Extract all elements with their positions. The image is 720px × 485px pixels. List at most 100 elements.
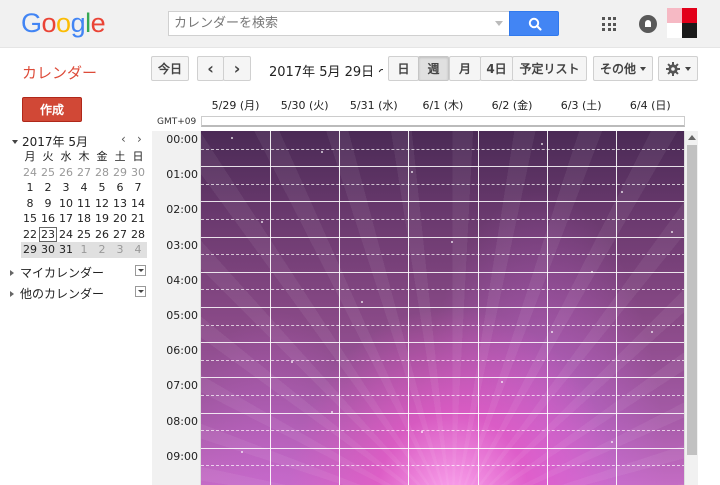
mini-day[interactable]: 14	[129, 196, 147, 212]
mini-day[interactable]: 5	[93, 180, 111, 196]
mini-day[interactable]: 1	[21, 180, 39, 196]
mini-calendar-title[interactable]: 2017年 5月	[12, 133, 88, 150]
mini-day[interactable]: 9	[39, 196, 57, 212]
mini-day[interactable]: 25	[39, 165, 57, 181]
day-header[interactable]: 6/3 (土)	[547, 96, 616, 116]
mini-weekday-label: 土	[114, 150, 126, 163]
account-avatar[interactable]	[667, 8, 697, 38]
grid-scrollbar[interactable]	[684, 131, 698, 485]
create-event-button[interactable]: 作成	[22, 97, 82, 122]
other-calendars-menu-icon[interactable]	[135, 286, 146, 297]
mini-day[interactable]: 8	[21, 196, 39, 212]
mini-day[interactable]: 31	[57, 242, 75, 258]
sparkle	[291, 361, 293, 363]
scroll-thumb[interactable]	[687, 145, 697, 455]
search-input[interactable]	[169, 12, 479, 35]
mini-next-month-button[interactable]: ›	[137, 132, 142, 146]
week-view-button[interactable]: 週	[418, 56, 449, 81]
mini-day[interactable]: 28	[129, 227, 147, 243]
mini-day[interactable]: 20	[111, 211, 129, 227]
calendar-background-image[interactable]	[201, 131, 685, 485]
mini-day[interactable]: 24	[21, 165, 39, 181]
mini-day[interactable]: 1	[75, 242, 93, 258]
mini-day[interactable]: 2	[39, 180, 57, 196]
mini-day[interactable]: 13	[111, 196, 129, 212]
day-view-button[interactable]: 日	[388, 56, 419, 81]
mini-day[interactable]: 16	[39, 211, 57, 227]
mini-day[interactable]: 2	[93, 242, 111, 258]
mini-day[interactable]: 3	[57, 180, 75, 196]
sparkle	[501, 381, 503, 383]
search-button[interactable]	[509, 11, 559, 36]
search-options-caret-icon[interactable]	[495, 21, 503, 26]
prev-week-button[interactable]: ‹	[197, 56, 224, 81]
mini-day[interactable]: 30	[39, 242, 57, 258]
day-header[interactable]: 6/2 (金)	[478, 96, 547, 116]
sparkle	[231, 137, 233, 139]
today-button[interactable]: 今日	[151, 56, 189, 81]
agenda-view-button[interactable]: 予定リスト	[512, 56, 587, 81]
half-hour-gridline	[201, 254, 685, 256]
next-week-button[interactable]: ›	[223, 56, 251, 81]
mini-day[interactable]: 28	[93, 165, 111, 181]
notifications-icon[interactable]	[639, 15, 657, 33]
day-header[interactable]: 5/29 (月)	[201, 96, 270, 116]
day-column-divider	[270, 131, 272, 485]
day-header[interactable]: 6/4 (日)	[616, 96, 685, 116]
all-day-row[interactable]	[201, 116, 685, 127]
mini-day[interactable]: 24	[57, 227, 75, 243]
settings-caret-icon	[685, 66, 691, 71]
day-header[interactable]: 5/30 (火)	[270, 96, 339, 116]
mini-day[interactable]: 23	[39, 226, 57, 242]
day-header[interactable]: 6/1 (木)	[408, 96, 477, 116]
mini-day[interactable]: 26	[93, 227, 111, 243]
logo-letter: G	[21, 8, 42, 38]
mini-day[interactable]: 10	[57, 196, 75, 212]
mini-day[interactable]: 17	[57, 211, 75, 227]
mini-day[interactable]: 29	[21, 242, 39, 258]
my-calendars-menu-icon[interactable]	[135, 265, 146, 276]
sparkle	[261, 221, 263, 223]
sparkle	[591, 271, 593, 273]
mini-day[interactable]: 4	[129, 242, 147, 258]
mini-day[interactable]: 21	[129, 211, 147, 227]
google-logo[interactable]: Google	[21, 8, 106, 39]
mini-prev-month-button[interactable]: ‹	[121, 132, 126, 146]
four-day-view-button[interactable]: 4日	[480, 56, 513, 81]
half-hour-gridline	[201, 465, 685, 467]
hour-gridline	[201, 271, 685, 273]
day-header[interactable]: 5/31 (水)	[339, 96, 408, 116]
settings-button[interactable]	[658, 56, 698, 81]
mini-day[interactable]: 22	[21, 227, 39, 243]
mini-day[interactable]: 7	[129, 180, 147, 196]
scroll-up-arrow-icon[interactable]	[688, 135, 696, 140]
mini-day[interactable]: 25	[75, 227, 93, 243]
mini-day[interactable]: 27	[75, 165, 93, 181]
mini-day[interactable]: 19	[93, 211, 111, 227]
other-calendars-toggle[interactable]: 他のカレンダー	[10, 285, 146, 302]
logo-letter: o	[56, 8, 71, 38]
hour-gridline	[201, 447, 685, 449]
mini-day[interactable]: 29	[111, 165, 129, 181]
hour-label: 09:00	[166, 449, 198, 463]
mini-calendar-month: 2017年 5月	[22, 135, 88, 149]
more-button[interactable]: その他	[593, 56, 653, 81]
mini-day[interactable]: 12	[93, 196, 111, 212]
mini-day[interactable]: 30	[129, 165, 147, 181]
mini-day[interactable]: 15	[21, 211, 39, 227]
month-view-button[interactable]: 月	[449, 56, 481, 81]
half-hour-gridline	[201, 148, 685, 150]
mini-day[interactable]: 6	[111, 180, 129, 196]
mini-day[interactable]: 26	[57, 165, 75, 181]
mini-day[interactable]: 4	[75, 180, 93, 196]
hour-label: 03:00	[166, 238, 198, 252]
mini-day[interactable]: 3	[111, 242, 129, 258]
hour-label: 05:00	[166, 309, 198, 322]
sparkle	[451, 241, 453, 243]
mini-day[interactable]: 27	[111, 227, 129, 243]
search-box[interactable]	[168, 11, 509, 36]
mini-day[interactable]: 11	[75, 196, 93, 212]
apps-grid-icon[interactable]	[602, 17, 616, 31]
my-calendars-toggle[interactable]: マイカレンダー	[10, 264, 146, 281]
mini-day[interactable]: 18	[75, 211, 93, 227]
